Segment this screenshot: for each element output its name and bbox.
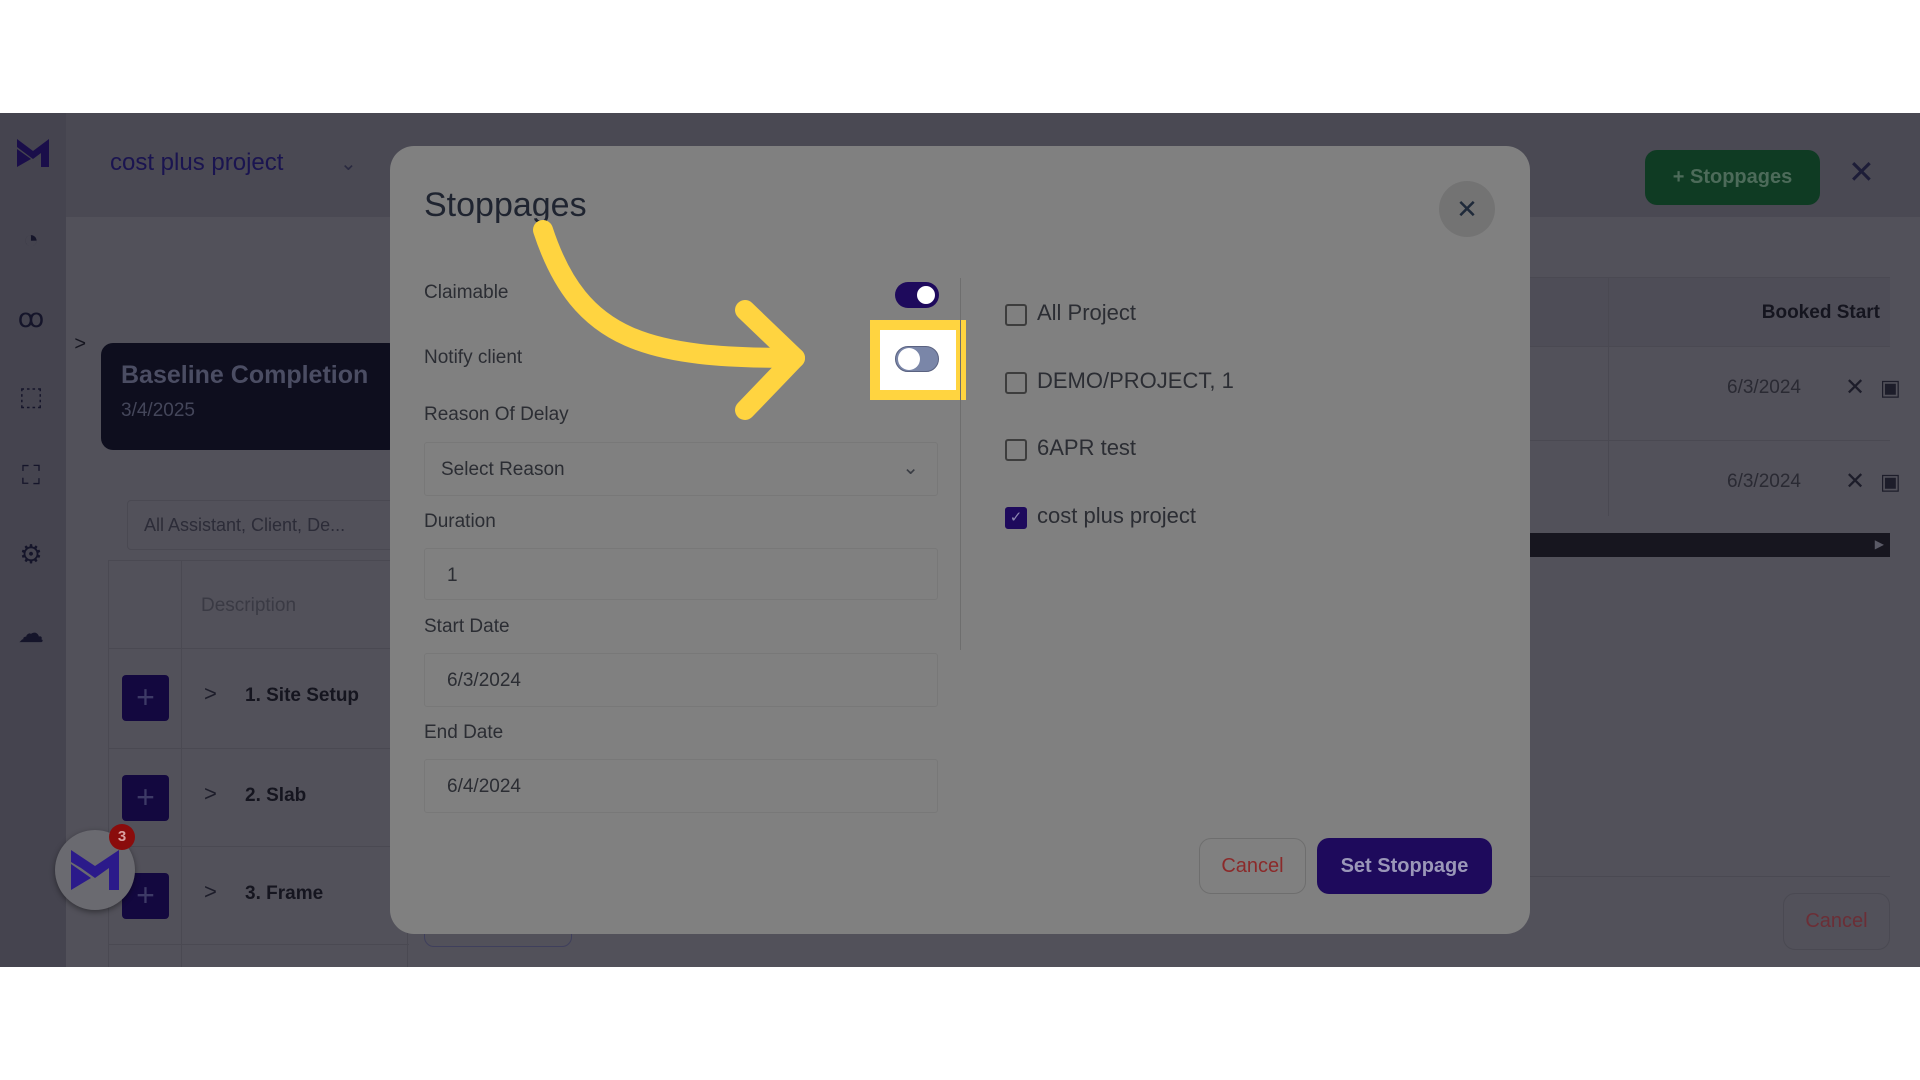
tutorial-arrow-icon — [533, 220, 805, 420]
app-background: ◔ ꝏ ⬚ ⛶ ⚙ ☁ > cost plus project ⌄ Baseli… — [0, 113, 1920, 967]
